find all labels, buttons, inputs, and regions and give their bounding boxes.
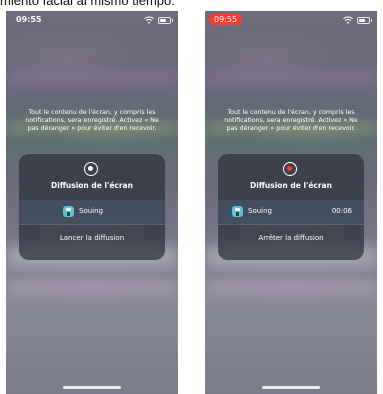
status-time: 09:55 xyxy=(16,15,42,24)
app-name: Souing xyxy=(79,207,103,215)
status-icons xyxy=(144,16,173,24)
status-bar: 09:55 xyxy=(205,11,377,29)
app-row[interactable]: Souing xyxy=(19,200,165,224)
battery-icon xyxy=(357,16,372,24)
status-bar: 09:55 xyxy=(6,11,178,29)
app-icon xyxy=(63,206,74,217)
recording-notice: Tout le contenu de l'écran, y compris le… xyxy=(25,109,159,132)
record-button[interactable] xyxy=(84,162,98,176)
broadcast-panel: Diffusion de l'écran Souing Lancer la di… xyxy=(19,154,165,260)
phone-screen-recording: 09:55 Tout le contenu de l'écran, y comp… xyxy=(205,11,377,394)
top-caption: miento facial al mismo tiempo. xyxy=(0,0,175,8)
start-broadcast-button[interactable]: Lancer la diffusion xyxy=(19,234,165,242)
app-icon xyxy=(232,206,243,217)
recording-notice: Tout le contenu de l'écran, y compris le… xyxy=(224,109,358,132)
phone-screen-before: 09:55 Tout le contenu de l'écran, y comp… xyxy=(6,11,178,394)
stop-broadcast-button[interactable]: Arrêter la diffusion xyxy=(218,234,364,242)
record-button[interactable] xyxy=(283,162,297,176)
status-icons xyxy=(343,16,372,24)
panel-divider xyxy=(218,224,364,225)
app-name: Souing xyxy=(248,207,272,215)
home-indicator[interactable] xyxy=(63,386,121,389)
panel-divider xyxy=(19,224,165,225)
recording-timer: 00:06 xyxy=(331,207,352,215)
wifi-icon xyxy=(343,16,353,24)
home-indicator[interactable] xyxy=(262,386,320,389)
broadcast-panel: Diffusion de l'écran Souing 00:06 Arrête… xyxy=(218,154,364,260)
panel-title: Diffusion de l'écran xyxy=(250,181,332,190)
recording-time-pill[interactable]: 09:55 xyxy=(209,14,243,25)
battery-icon xyxy=(158,16,173,24)
record-icon xyxy=(287,166,292,171)
record-icon xyxy=(88,166,93,171)
panel-title: Diffusion de l'écran xyxy=(51,181,133,190)
wifi-icon xyxy=(144,16,154,24)
app-row[interactable]: Souing 00:06 xyxy=(218,200,364,224)
